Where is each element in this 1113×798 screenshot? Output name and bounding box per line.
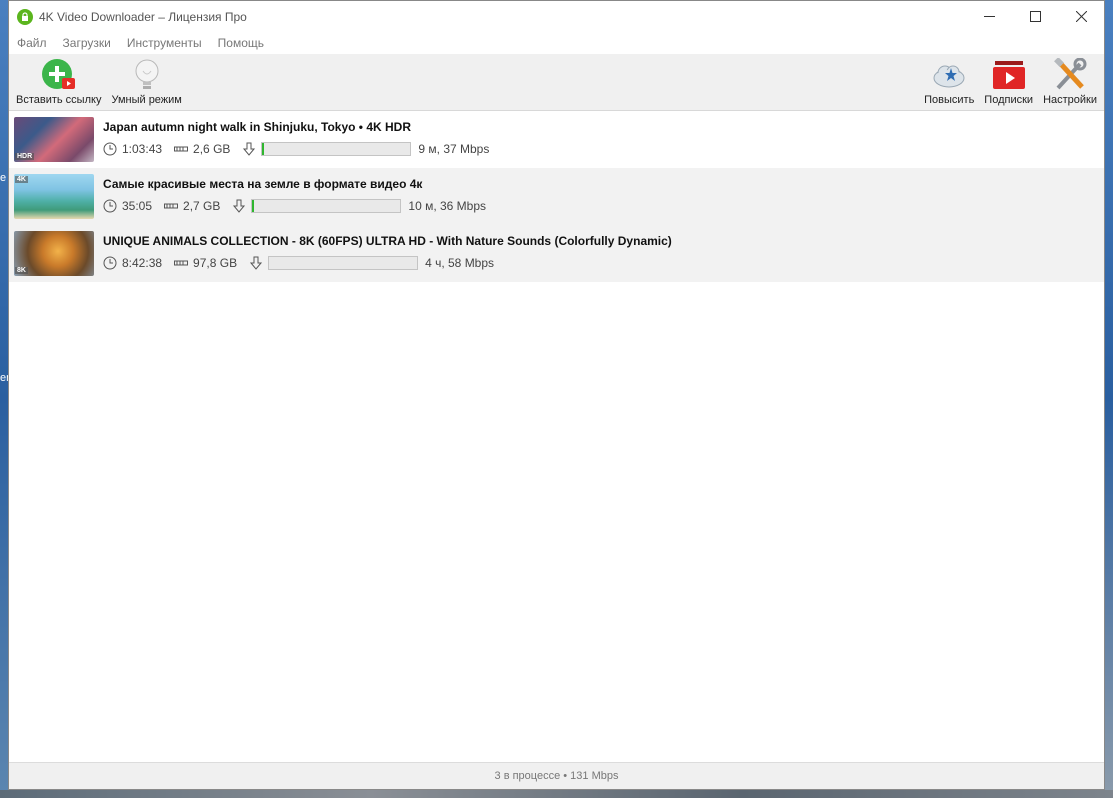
download-title: Самые красивые места на земле в формате … (103, 177, 423, 191)
download-title: Japan autumn night walk in Shinjuku, Tok… (103, 120, 412, 134)
download-item[interactable]: HDR Japan autumn night walk in Shinjuku,… (9, 111, 1104, 168)
file-size-icon (164, 199, 179, 213)
app-window: 4K Video Downloader – Лицензия Про Файл … (8, 0, 1105, 790)
settings-button[interactable]: Настройки (1038, 58, 1102, 106)
lightbulb-icon (129, 58, 165, 92)
download-title: UNIQUE ANIMALS COLLECTION - 8K (60FPS) U… (103, 234, 672, 248)
file-size-icon (174, 142, 189, 156)
hdr-badge: HDR (15, 153, 35, 160)
download-progress-bar (268, 256, 419, 270)
maximize-icon (1029, 11, 1041, 22)
file-size-icon (174, 256, 189, 270)
size-value: 2,6 GB (193, 142, 231, 156)
size-value: 97,8 GB (193, 256, 238, 270)
progress-fill (252, 200, 254, 212)
settings-label: Настройки (1043, 94, 1097, 106)
subscriptions-label: Подписки (984, 94, 1034, 106)
menu-downloads[interactable]: Загрузки (63, 36, 111, 50)
tools-icon (1052, 58, 1088, 92)
duration-value: 8:42:38 (122, 256, 163, 270)
close-icon (1075, 11, 1087, 22)
video-thumbnail: 8K (14, 231, 94, 276)
download-arrow-icon (249, 256, 263, 270)
close-button[interactable] (1058, 1, 1104, 32)
download-item[interactable]: 8K UNIQUE ANIMALS COLLECTION - 8K (60FPS… (9, 225, 1104, 282)
paste-link-icon (41, 58, 77, 92)
upgrade-label: Повысить (924, 94, 975, 106)
4k-badge: 4K (15, 176, 28, 183)
toolbar: Вставить ссылку Умный режим Повысить Под… (9, 54, 1104, 111)
smart-mode-label: Умный режим (111, 94, 182, 106)
size-value: 2,7 GB (183, 199, 221, 213)
paste-link-button[interactable]: Вставить ссылку (11, 58, 106, 106)
window-title: 4K Video Downloader – Лицензия Про (39, 9, 247, 24)
download-arrow-icon (232, 199, 246, 213)
video-thumbnail: 4K (14, 174, 94, 219)
download-progress-bar (251, 199, 402, 213)
desktop-background-left: e er (0, 0, 10, 798)
duration-value: 1:03:43 (122, 142, 163, 156)
clock-icon (103, 142, 117, 156)
title-bar[interactable]: 4K Video Downloader – Лицензия Про (9, 1, 1104, 32)
menu-bar: Файл Загрузки Инструменты Помощь (9, 32, 1104, 54)
status-text: 3 в процессе • 131 Mbps (494, 770, 619, 782)
eta-speed-value: 4 ч, 58 Mbps (425, 256, 495, 270)
download-arrow-icon (242, 142, 256, 156)
download-item[interactable]: 4K Самые красивые места на земле в форма… (9, 168, 1104, 225)
app-logo-icon (17, 8, 33, 25)
subscriptions-icon (991, 58, 1027, 92)
subscriptions-button[interactable]: Подписки (979, 58, 1038, 106)
download-progress-bar (261, 142, 412, 156)
8k-badge: 8K (15, 267, 28, 274)
desktop-background-right (1105, 0, 1113, 798)
eta-speed-value: 9 м, 37 Mbps (418, 142, 490, 156)
desktop-background-bottom (0, 790, 1113, 798)
menu-help[interactable]: Помощь (218, 36, 264, 50)
upgrade-button[interactable]: Повысить (919, 58, 979, 106)
menu-file[interactable]: Файл (17, 36, 47, 50)
minimize-button[interactable] (966, 1, 1012, 32)
menu-tools[interactable]: Инструменты (127, 36, 202, 50)
downloads-list: HDR Japan autumn night walk in Shinjuku,… (9, 111, 1104, 762)
duration-value: 35:05 (122, 199, 153, 213)
progress-fill (262, 143, 264, 155)
cloud-star-icon (931, 58, 967, 92)
clock-icon (103, 256, 117, 270)
video-thumbnail: HDR (14, 117, 94, 162)
minimize-icon (983, 16, 995, 17)
clock-icon (103, 199, 117, 213)
paste-link-label: Вставить ссылку (16, 94, 102, 106)
desktop-text-fragment: e (0, 172, 7, 184)
eta-speed-value: 10 м, 36 Mbps (408, 199, 487, 213)
maximize-button[interactable] (1012, 1, 1058, 32)
status-bar: 3 в процессе • 131 Mbps (9, 762, 1104, 789)
smart-mode-button[interactable]: Умный режим (106, 58, 186, 106)
